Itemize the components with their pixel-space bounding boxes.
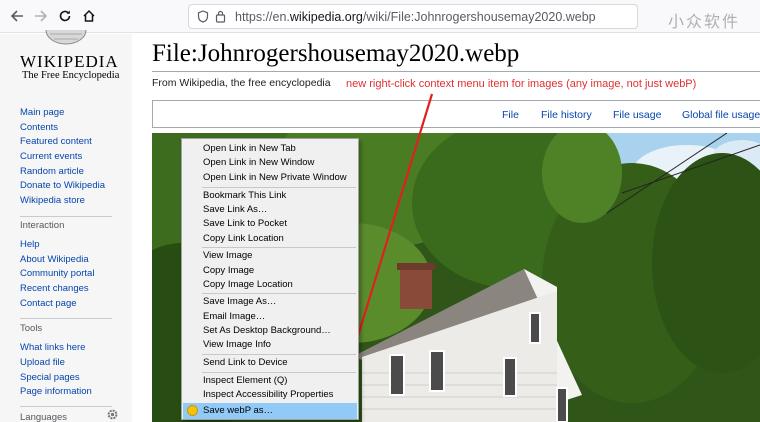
menu-item-view-image-info[interactable]: View Image Info	[203, 339, 271, 350]
menu-item-open-link-new-window[interactable]: Open Link in New Window	[203, 157, 314, 168]
menu-item-save-image-as[interactable]: Save Image As…	[203, 296, 276, 307]
menu-item-save-webp-as[interactable]: Save webP as…	[203, 405, 273, 416]
menu-separator	[202, 187, 356, 188]
context-menu: Open Link in New Tab Open Link in New Wi…	[181, 138, 359, 420]
annotation-arrow	[330, 93, 434, 416]
menu-item-set-desktop-background[interactable]: Set As Desktop Background…	[203, 325, 331, 336]
menu-item-copy-link-location[interactable]: Copy Link Location	[203, 233, 284, 244]
browser-window: https://en.wikipedia.org/wiki/File:Johnr…	[0, 0, 760, 422]
menu-item-bookmark-link[interactable]: Bookmark This Link	[203, 190, 286, 201]
menu-item-copy-image[interactable]: Copy Image	[203, 265, 254, 276]
menu-item-email-image[interactable]: Email Image…	[203, 311, 265, 322]
menu-item-view-image[interactable]: View Image	[203, 250, 252, 261]
menu-item-save-link-as[interactable]: Save Link As…	[203, 204, 267, 215]
menu-item-open-link-new-tab[interactable]: Open Link in New Tab	[203, 143, 296, 154]
menu-item-inspect-element[interactable]: Inspect Element (Q)	[203, 375, 287, 386]
smiley-icon	[187, 405, 198, 416]
menu-separator	[202, 247, 356, 248]
menu-separator	[202, 293, 356, 294]
menu-item-copy-image-location[interactable]: Copy Image Location	[203, 279, 293, 290]
menu-separator	[202, 372, 356, 373]
menu-separator	[202, 354, 356, 355]
menu-item-send-link-to-device[interactable]: Send Link to Device	[203, 357, 288, 368]
menu-item-inspect-accessibility[interactable]: Inspect Accessibility Properties	[203, 389, 333, 400]
menu-item-open-link-private-window[interactable]: Open Link in New Private Window	[203, 172, 347, 183]
menu-item-save-link-to-pocket[interactable]: Save Link to Pocket	[203, 218, 287, 229]
